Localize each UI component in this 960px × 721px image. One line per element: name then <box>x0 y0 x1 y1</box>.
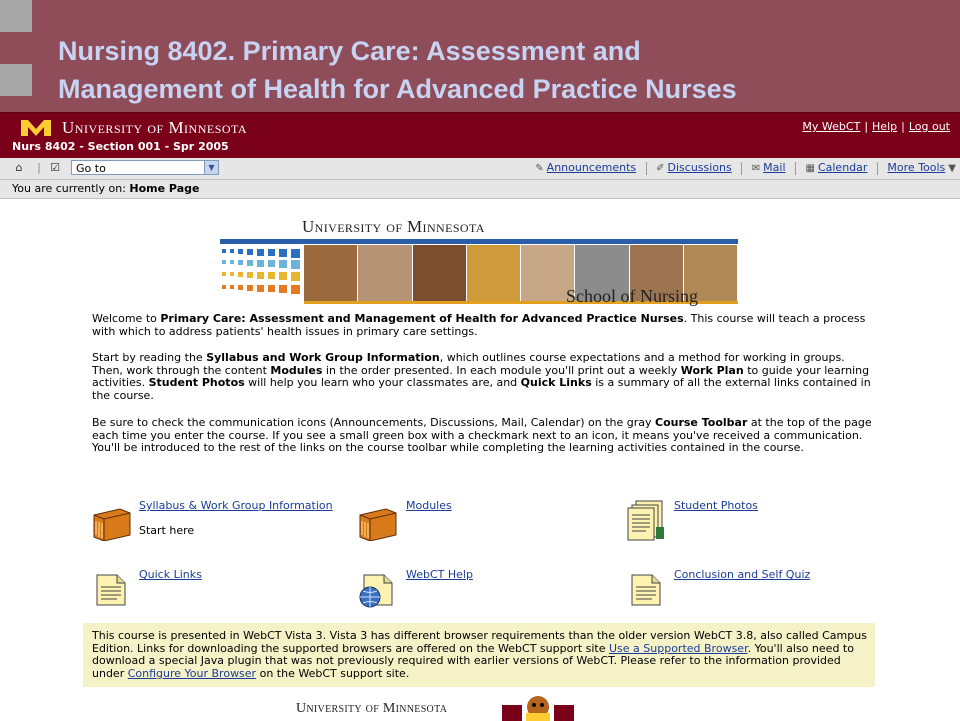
text-run: Work Plan <box>680 363 744 377</box>
corner-decoration <box>0 0 32 32</box>
home-icon[interactable]: ⌂ <box>12 161 26 175</box>
dot-pattern-icon <box>222 249 300 294</box>
umn-logo-icon <box>21 120 51 136</box>
mail-label: Mail <box>763 161 786 174</box>
calendar-label: Calendar <box>817 161 868 174</box>
slide-header: Nursing 8402. Primary Care: Assessment a… <box>0 0 960 112</box>
announcements-label: Announcements <box>546 161 637 174</box>
chevron-down-icon[interactable]: ▼ <box>204 161 218 174</box>
folder-box-icon <box>359 508 397 541</box>
text-run: Student Photos <box>148 376 245 390</box>
quick-links-link[interactable]: Quick Links <box>139 568 202 581</box>
university-name: University of Minnesota <box>62 118 248 137</box>
footer-university: University of Minnesota <box>296 701 448 716</box>
document-icon <box>631 574 661 606</box>
tool-links: ✎ Announcements ✐ Discussions ✉ Mail ▦ Calen… <box>529 161 956 175</box>
banner-university: University of Minnesota <box>302 217 485 236</box>
conclusion-link[interactable]: Conclusion and Self Quiz <box>674 568 810 581</box>
log-out-link[interactable]: Log out <box>909 120 950 133</box>
course-section: Nurs 8402 - Section 001 - Spr 2005 <box>12 140 229 153</box>
slide-title: Nursing 8402. Primary Care: Assessment a… <box>58 32 737 108</box>
discussions-label: Discussions <box>667 161 732 174</box>
banner-photo <box>304 245 359 301</box>
text-run: will help you learn who your classmates … <box>244 376 521 390</box>
goto-value: Go to <box>76 162 106 175</box>
banner-photo <box>466 245 521 301</box>
goldy-mascot-icon <box>502 696 574 721</box>
stacked-pages-icon <box>627 500 664 541</box>
browser-notice: This course is presented in WebCT Vista … <box>83 623 875 687</box>
breadcrumb: You are currently on: Home Page <box>0 180 960 198</box>
slide-title-line: Nursing 8402. Primary Care: Assessment a… <box>58 36 641 66</box>
text-run: on the WebCT support site. <box>256 666 410 680</box>
document-icon <box>96 574 126 606</box>
separator <box>876 161 878 175</box>
modules-link[interactable]: Modules <box>406 499 452 512</box>
configure-browser-link[interactable]: Configure Your Browser <box>128 667 256 680</box>
intro-paragraph: Welcome to Primary Care: Assessment and … <box>92 312 872 338</box>
chevron-down-icon: ▼ <box>948 163 956 174</box>
text-run: Start by reading the <box>92 351 207 364</box>
slide-title-line: Management of Health for Advanced Practi… <box>58 74 737 104</box>
content-frame: University of Minnesota School of Nursin… <box>0 198 960 721</box>
location-prefix: You are currently on: <box>12 182 126 195</box>
webct-help-link[interactable]: WebCT Help <box>406 568 473 581</box>
help-link[interactable]: Help <box>872 120 897 133</box>
more-tools-label: More Tools <box>887 161 946 174</box>
supported-browser-link[interactable]: Use a Supported Browser <box>609 642 748 655</box>
mail-link[interactable]: ✉ Mail <box>752 161 786 174</box>
separator: | <box>37 161 41 174</box>
corner-decoration <box>0 64 32 96</box>
mail-icon: ✉ <box>751 163 761 174</box>
separator <box>741 161 743 175</box>
text-run: in the order presented. In each module y… <box>322 363 681 377</box>
location-page: Home Page <box>129 182 200 195</box>
syllabus-link[interactable]: Syllabus & Work Group Information <box>139 499 333 512</box>
instructions-paragraph: Start by reading the Syllabus and Work G… <box>92 351 872 402</box>
separator <box>645 161 647 175</box>
school-name: School of Nursing <box>566 286 698 306</box>
web-document-icon <box>359 574 393 608</box>
text-run: Syllabus and Work Group Information <box>206 351 440 364</box>
text-run: Quick Links <box>520 376 592 390</box>
separator <box>795 161 796 175</box>
banner-stripe <box>220 239 738 244</box>
text-run: Welcome to <box>92 312 161 325</box>
student-photos-link[interactable]: Student Photos <box>674 499 758 512</box>
banner-photo <box>412 245 467 301</box>
folder-box-icon <box>93 508 131 541</box>
text-run: Course Toolbar <box>655 416 748 429</box>
course-name: Primary Care: Assessment and Management … <box>160 312 684 325</box>
school-banner: University of Minnesota School of Nursin… <box>220 217 738 307</box>
announcements-link[interactable]: ✎ Announcements <box>535 161 636 174</box>
text-run: Be sure to check the communication icons… <box>92 416 655 429</box>
calendar-link[interactable]: ▦ Calendar <box>806 161 868 174</box>
course-toolbar: ⌂ | ☑ Go to ▼ ✎ Announcements ✐ Discussion… <box>0 158 960 180</box>
notice-text: This course is presented in WebCT Vista … <box>92 629 867 680</box>
calendar-icon: ▦ <box>805 163 815 174</box>
discussions-link[interactable]: ✐ Discussions <box>656 161 732 174</box>
goto-select[interactable]: Go to ▼ <box>71 160 219 175</box>
more-tools-link[interactable]: More Tools ▼ <box>887 161 956 174</box>
announcements-icon: ✎ <box>535 163 544 174</box>
discussions-icon: ✐ <box>656 163 665 174</box>
banner-photo <box>358 245 413 301</box>
text-run: Modules <box>270 363 323 377</box>
start-here-text: Start here <box>139 524 195 537</box>
umn-header-bar: University of Minnesota Nurs 8402 - Sect… <box>0 112 960 159</box>
top-links: My WebCT | Help | Log out <box>802 120 950 133</box>
edit-icon[interactable]: ☑ <box>48 161 62 175</box>
toolbar-paragraph: Be sure to check the communication icons… <box>92 416 872 455</box>
my-webct-link[interactable]: My WebCT <box>802 120 860 133</box>
